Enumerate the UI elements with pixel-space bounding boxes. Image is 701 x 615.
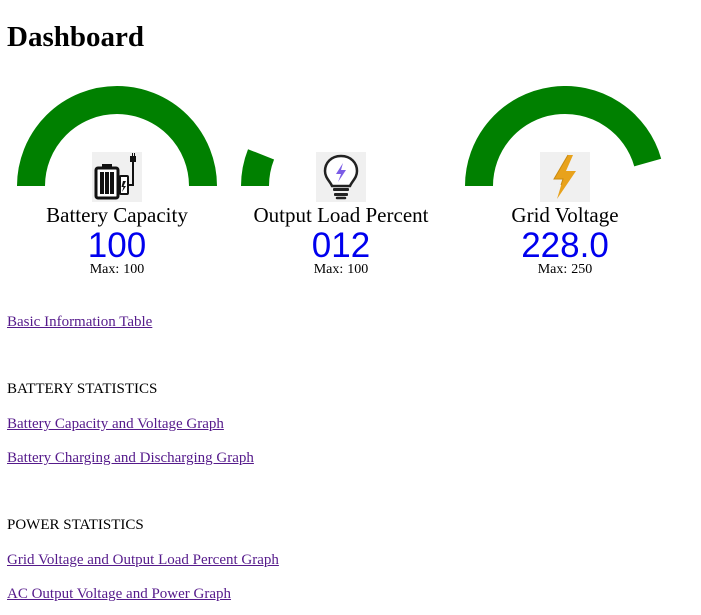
- battery-charging-discharging-graph-link[interactable]: Battery Charging and Discharging Graph: [7, 449, 254, 467]
- gauge-label: Output Load Percent: [253, 203, 429, 227]
- gauge-max-value: 100: [347, 262, 369, 277]
- gauge-value: 100: [87, 226, 147, 265]
- gauge-max: Max: 250: [455, 261, 675, 278]
- gauge-value: 012: [311, 226, 371, 265]
- gauge-label: Grid Voltage: [511, 203, 619, 227]
- gauge-max-prefix: Max:: [537, 262, 568, 277]
- grid-voltage-output-load-graph-link[interactable]: Grid Voltage and Output Load Percent Gra…: [7, 551, 279, 569]
- power-statistics-heading: POWER STATISTICS: [7, 517, 144, 533]
- gauge-max: Max: 100: [7, 261, 227, 278]
- gauge-max-value: 250: [571, 262, 593, 277]
- battery-charger-icon: [92, 152, 142, 202]
- battery-capacity-gauge: Battery Capacity 100 Max: 100: [7, 86, 227, 286]
- battery-capacity-voltage-graph-link[interactable]: Battery Capacity and Voltage Graph: [7, 415, 224, 433]
- basic-information-table-link[interactable]: Basic Information Table: [7, 313, 152, 331]
- gauge-max: Max: 100: [231, 261, 451, 278]
- gauge-label: Battery Capacity: [46, 203, 188, 227]
- lightning-bolt-icon: [540, 152, 590, 202]
- gauge-value: 228.0: [521, 226, 609, 265]
- gauge-max-value: 100: [123, 262, 145, 277]
- light-bulb-icon: [316, 152, 366, 202]
- grid-voltage-gauge: Grid Voltage 228.0 Max: 250: [455, 86, 675, 286]
- gauge-max-prefix: Max:: [89, 262, 120, 277]
- page-title: Dashboard: [7, 21, 144, 53]
- gauge-max-prefix: Max:: [313, 262, 344, 277]
- ac-output-voltage-power-graph-link[interactable]: AC Output Voltage and Power Graph: [7, 585, 231, 603]
- battery-statistics-heading: BATTERY STATISTICS: [7, 381, 158, 397]
- output-load-percent-gauge: Output Load Percent 012 Max: 100: [231, 86, 451, 286]
